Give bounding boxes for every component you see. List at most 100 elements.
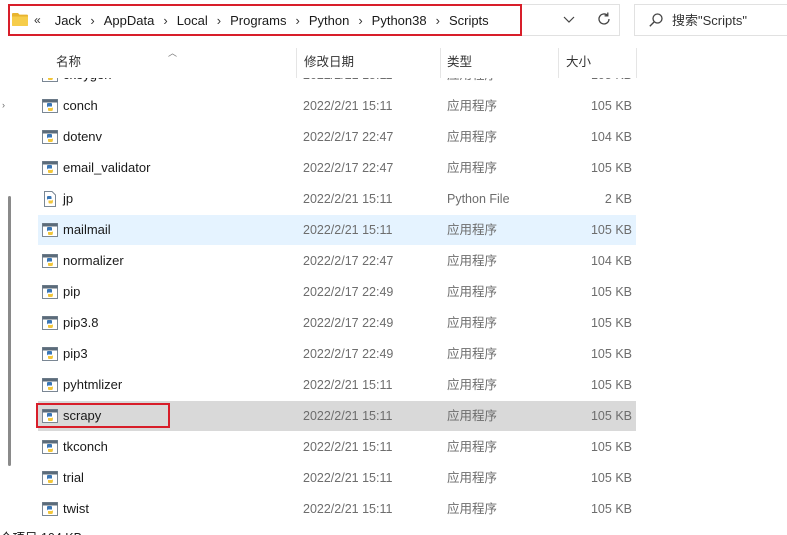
- column-divider[interactable]: [440, 48, 441, 78]
- chevron-right-icon[interactable]: ›: [2, 100, 5, 110]
- python-exe-icon: [42, 315, 58, 331]
- python-exe-icon: [42, 284, 58, 300]
- file-row[interactable]: scrapy 2022/2/21 15:11 应用程序 105 KB: [38, 401, 636, 431]
- python-exe-icon: [42, 98, 58, 114]
- breadcrumb-item[interactable]: Scripts: [441, 13, 497, 28]
- file-row[interactable]: pip3 2022/2/17 22:49 应用程序 105 KB: [38, 339, 636, 369]
- sort-ascending-icon: ︿: [168, 48, 178, 58]
- file-row[interactable]: dotenv 2022/2/17 22:47 应用程序 104 KB: [38, 122, 636, 152]
- file-type: 应用程序: [447, 471, 498, 485]
- file-type: Python File: [447, 192, 510, 206]
- column-date-header[interactable]: 修改日期: [304, 44, 354, 78]
- file-row[interactable]: tkconch 2022/2/21 15:11 应用程序 105 KB: [38, 432, 636, 462]
- breadcrumb-item[interactable]: Jack: [47, 13, 90, 28]
- python-exe-icon: [42, 408, 58, 424]
- column-name-header[interactable]: 名称: [56, 44, 81, 78]
- column-size-header[interactable]: 大小: [566, 44, 591, 78]
- file-type: 应用程序: [447, 316, 498, 330]
- search-input[interactable]: [672, 10, 782, 30]
- file-name: pip3.8: [63, 315, 99, 330]
- python-exe-icon: [42, 439, 58, 455]
- file-size: 105 KB: [590, 285, 632, 299]
- file-size: 105 KB: [590, 502, 632, 516]
- file-date: 2022/2/21 15:11: [303, 471, 393, 485]
- column-divider[interactable]: [558, 48, 559, 78]
- file-date: 2022/2/21 15:11: [303, 223, 393, 237]
- refresh-icon[interactable]: [596, 11, 612, 27]
- file-row[interactable]: pyhtmlizer 2022/2/21 15:11 应用程序 105 KB: [38, 370, 636, 400]
- python-exe-icon: [42, 222, 58, 238]
- breadcrumb-item[interactable]: Python38: [364, 13, 435, 28]
- breadcrumb-item[interactable]: Programs: [222, 13, 294, 28]
- file-date: 2022/2/21 15:11: [303, 378, 393, 392]
- file-size: 105 KB: [590, 440, 632, 454]
- file-name: tkconch: [63, 439, 108, 454]
- file-name: conch: [63, 98, 98, 113]
- file-row[interactable]: conch 2022/2/21 15:11 应用程序 105 KB: [38, 91, 636, 121]
- file-row[interactable]: email_validator 2022/2/17 22:47 应用程序 105 KB: [38, 153, 636, 183]
- file-row[interactable]: normalizer 2022/2/17 22:47 应用程序 104 KB: [38, 246, 636, 276]
- column-divider[interactable]: [636, 48, 637, 78]
- file-name: pip3: [63, 346, 88, 361]
- file-name: jp: [63, 191, 74, 206]
- file-size: 2 KB: [604, 192, 632, 206]
- file-date: 2022/2/17 22:47: [303, 130, 394, 144]
- file-size: 105 KB: [590, 223, 632, 237]
- file-date: 2022/2/21 15:11: [303, 409, 393, 423]
- python-exe-icon: [42, 470, 58, 486]
- file-row[interactable]: jp 2022/2/21 15:11 Python File 2 KB: [38, 184, 636, 214]
- file-date: 2022/2/21 15:11: [303, 99, 393, 113]
- status-text: 个项目 104 KB: [0, 527, 82, 535]
- file-date: 2022/2/17 22:49: [303, 347, 394, 361]
- file-size: 105 KB: [590, 471, 632, 485]
- file-size: 105 KB: [590, 347, 632, 361]
- file-date: 2022/2/17 22:47: [303, 161, 394, 175]
- file-name: dotenv: [63, 129, 103, 144]
- nav-scrollbar-thumb[interactable]: [8, 196, 11, 466]
- column-type-header[interactable]: 类型: [447, 44, 472, 78]
- file-size: 105 KB: [590, 99, 632, 113]
- file-name: pip: [63, 284, 81, 299]
- chevron-down-icon[interactable]: [562, 12, 576, 26]
- file-row[interactable]: pip 2022/2/17 22:49 应用程序 105 KB: [38, 277, 636, 307]
- python-exe-icon: [42, 129, 58, 145]
- file-type: 应用程序: [447, 347, 498, 361]
- folder-icon: [12, 13, 28, 26]
- file-size: 105 KB: [590, 316, 632, 330]
- file-size: 105 KB: [590, 161, 632, 175]
- column-divider[interactable]: [296, 48, 297, 78]
- file-type: 应用程序: [447, 130, 498, 144]
- file-type: 应用程序: [447, 502, 498, 516]
- file-type: 应用程序: [447, 161, 498, 175]
- breadcrumb-item[interactable]: AppData: [96, 13, 163, 28]
- search-icon: [649, 13, 663, 27]
- file-size: 104 KB: [590, 130, 632, 144]
- python-exe-icon: [42, 253, 58, 269]
- python-exe-icon: [42, 160, 58, 176]
- file-type: 应用程序: [447, 409, 498, 423]
- file-date: 2022/2/17 22:47: [303, 254, 394, 268]
- breadcrumb: « Jack › AppData › Local › Programs › Python › Pyt…: [34, 0, 497, 40]
- file-type: 应用程序: [447, 254, 498, 268]
- file-row[interactable]: trial 2022/2/21 15:11 应用程序 105 KB: [38, 463, 636, 493]
- file-name: pyhtmlizer: [63, 377, 123, 392]
- file-name: normalizer: [63, 253, 124, 268]
- file-type: 应用程序: [447, 99, 498, 113]
- file-date: 2022/2/17 22:49: [303, 285, 394, 299]
- file-name: mailmail: [63, 222, 111, 237]
- file-date: 2022/2/21 15:11: [303, 192, 393, 206]
- file-name: scrapy: [63, 408, 102, 423]
- file-row[interactable]: mailmail 2022/2/21 15:11 应用程序 105 KB: [38, 215, 636, 245]
- breadcrumb-item[interactable]: Python: [301, 13, 357, 28]
- python-exe-icon: [42, 346, 58, 362]
- file-date: 2022/2/17 22:49: [303, 316, 394, 330]
- file-row[interactable]: pip3.8 2022/2/17 22:49 应用程序 105 KB: [38, 308, 636, 338]
- file-size: 104 KB: [590, 254, 632, 268]
- breadcrumb-item[interactable]: Local: [169, 13, 216, 28]
- file-row[interactable]: twist 2022/2/21 15:11 应用程序 105 KB: [38, 494, 636, 524]
- python-file-icon: [42, 191, 58, 207]
- breadcrumb-overflow-button[interactable]: «: [34, 13, 47, 27]
- python-exe-icon: [42, 501, 58, 517]
- file-size: 105 KB: [590, 378, 632, 392]
- file-name: trial: [63, 470, 84, 485]
